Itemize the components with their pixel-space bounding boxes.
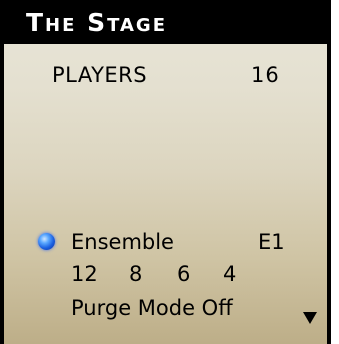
players-count: 16 bbox=[251, 63, 280, 87]
triangle-down-icon[interactable] bbox=[303, 312, 317, 324]
players-label: PLAYERS bbox=[52, 63, 148, 87]
panel-title: The Stage bbox=[26, 8, 168, 37]
stage-panel: The Stage PLAYERS 16 Ensemble E1 12 8 6 … bbox=[0, 0, 331, 344]
purge-mode-select[interactable]: Purge Mode Off bbox=[71, 295, 233, 321]
ensemble-label: Ensemble bbox=[71, 230, 174, 254]
ensemble-value: 4 bbox=[223, 262, 237, 286]
ensemble-value: 6 bbox=[177, 262, 191, 286]
ensemble-value: 8 bbox=[129, 262, 143, 286]
ensemble-value: 12 bbox=[71, 262, 98, 286]
ensemble-id: E1 bbox=[258, 230, 285, 254]
ensemble-status-led-icon bbox=[38, 233, 55, 250]
ensemble-values-row: 12 8 6 4 bbox=[71, 262, 263, 286]
panel-header: The Stage bbox=[4, 0, 327, 44]
